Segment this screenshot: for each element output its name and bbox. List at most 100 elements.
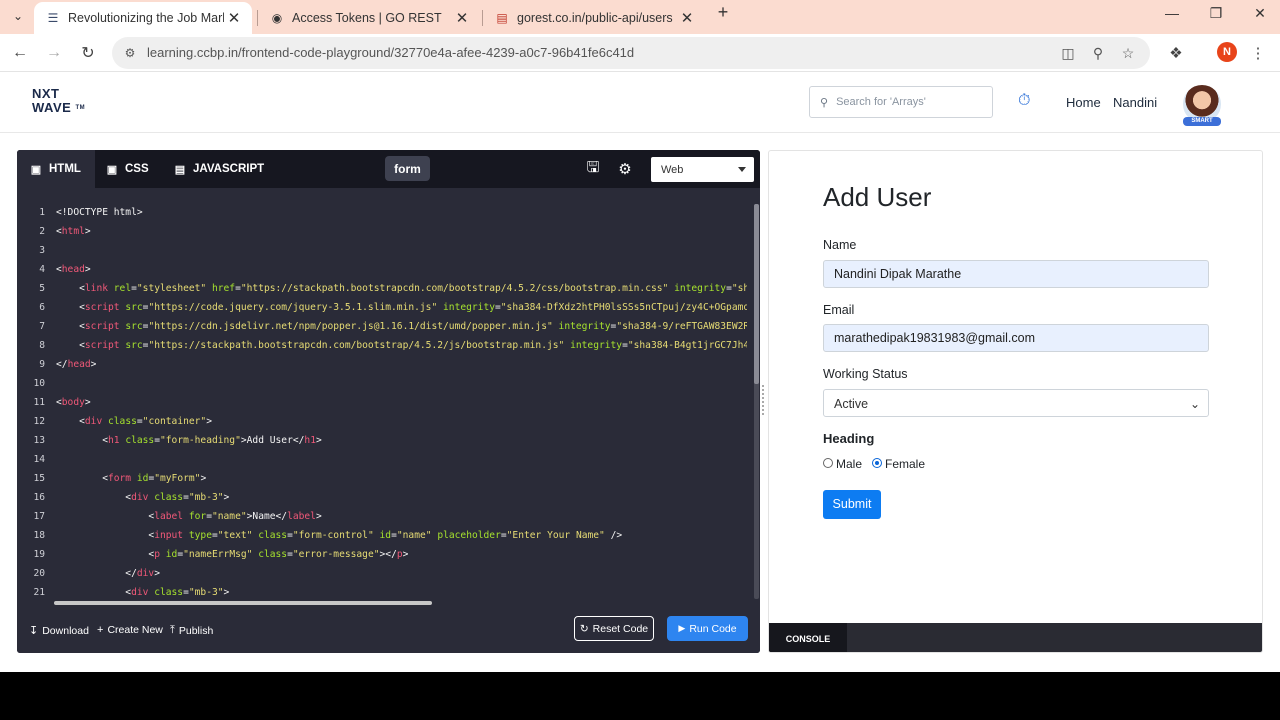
- tab-search-chevron-icon[interactable]: ⌄: [6, 4, 30, 28]
- code-line[interactable]: 4 <head>: [17, 260, 747, 279]
- tab-gorest-users[interactable]: ▤ gorest.co.in/public-api/users ✕: [483, 2, 705, 34]
- tab-access-tokens[interactable]: ◉ Access Tokens | GO REST ✕: [258, 2, 480, 34]
- code-token: form: [107, 473, 132, 484]
- code-token: "error-message": [292, 549, 380, 560]
- code-token: >: [200, 473, 207, 484]
- create-new-button[interactable]: + Create New: [97, 624, 163, 636]
- code-line[interactable]: 13 <h1 class="form-heading">Add User</h1…: [17, 431, 747, 450]
- code-token: div: [131, 587, 149, 598]
- profile-avatar[interactable]: N: [1217, 42, 1237, 62]
- window-close-icon[interactable]: ✕: [1238, 0, 1280, 26]
- nav-home[interactable]: Home: [1066, 95, 1101, 110]
- status-select[interactable]: Active ⌄: [823, 389, 1209, 417]
- back-arrow-icon[interactable]: ←: [6, 39, 34, 67]
- plus-icon: +: [97, 624, 104, 636]
- install-app-icon[interactable]: ◫: [1058, 43, 1078, 63]
- line-number: 17: [33, 511, 45, 522]
- code-line[interactable]: 19 <p id="nameErrMsg" class="error-messa…: [17, 545, 747, 564]
- code-token: "sha384-9/reFTGAW83EW2RDu2S0VKaIzap3H66l…: [616, 321, 747, 332]
- run-code-button[interactable]: ▶ Run Code: [667, 616, 748, 641]
- address-bar[interactable]: ⚙ learning.ccbp.in/frontend-code-playgro…: [112, 37, 1150, 69]
- reset-code-button[interactable]: ↻ Reset Code: [574, 616, 654, 641]
- line-number: 2: [39, 226, 45, 237]
- console-tab[interactable]: CONSOLE: [769, 623, 847, 652]
- view-mode-select[interactable]: Web: [651, 157, 754, 182]
- code-line[interactable]: 15 <form id="myForm">: [17, 469, 747, 488]
- radio-female-label[interactable]: Female: [885, 457, 925, 471]
- tab-revolutionizing[interactable]: ☰ Revolutionizing the Job Market ✕: [34, 2, 252, 34]
- new-tab-button[interactable]: +: [712, 2, 734, 24]
- submit-button[interactable]: Submit: [823, 490, 881, 519]
- extensions-icon[interactable]: ❖: [1162, 39, 1190, 67]
- tab-css[interactable]: ▣ CSS: [105, 150, 171, 188]
- close-icon[interactable]: ✕: [677, 9, 697, 27]
- code-token: </: [56, 359, 68, 370]
- horizontal-scrollbar[interactable]: [54, 601, 432, 605]
- code-token: "name": [211, 511, 247, 522]
- restore-icon[interactable]: ❐: [1194, 0, 1238, 26]
- line-number: 3: [39, 245, 45, 256]
- code-token: ></: [379, 549, 397, 560]
- resize-handle[interactable]: [762, 385, 766, 415]
- minimize-icon[interactable]: —: [1150, 0, 1194, 26]
- code-line[interactable]: 2 <html>: [17, 222, 747, 241]
- download-label: Download: [42, 624, 89, 637]
- site-settings-icon[interactable]: ⚙: [120, 43, 140, 63]
- name-input[interactable]: Nandini Dipak Marathe: [823, 260, 1209, 288]
- code-line[interactable]: 16 <div class="mb-3">: [17, 488, 747, 507]
- code-line[interactable]: 10: [17, 374, 747, 393]
- file-name-badge[interactable]: form: [385, 156, 430, 181]
- line-number: 8: [39, 340, 45, 351]
- more-menu-icon[interactable]: ⋮: [1244, 39, 1272, 67]
- form-heading: Add User: [823, 182, 932, 212]
- code-token: div: [84, 416, 103, 427]
- play-icon: ▶: [678, 623, 686, 633]
- zoom-icon[interactable]: ⚲: [1088, 43, 1108, 63]
- code-line[interactable]: 11 <body>: [17, 393, 747, 412]
- code-token: <: [56, 302, 85, 313]
- tab-javascript[interactable]: ▤ JAVASCRIPT: [173, 150, 283, 188]
- code-line[interactable]: 20 </div>: [17, 564, 747, 583]
- close-icon[interactable]: ✕: [224, 9, 244, 27]
- tab-label: HTML: [49, 163, 81, 175]
- code-line[interactable]: 8 <script src="https://stackpath.bootstr…: [17, 336, 747, 355]
- save-icon[interactable]: 🖫: [584, 159, 602, 178]
- tab-title: Revolutionizing the Job Market: [68, 11, 224, 25]
- code-line[interactable]: 9 </head>: [17, 355, 747, 374]
- search-placeholder: Search for 'Arrays': [836, 96, 926, 108]
- radio-male-label[interactable]: Male: [836, 457, 862, 471]
- code-token: id: [379, 530, 392, 541]
- code-line[interactable]: 18 <input type="text" class="form-contro…: [17, 526, 747, 545]
- nxtwave-logo[interactable]: NXT WAVE TM: [32, 87, 92, 119]
- email-input[interactable]: marathedipak19831983@gmail.com: [823, 324, 1209, 352]
- line-number: 18: [33, 530, 45, 541]
- code-line[interactable]: 3: [17, 241, 747, 260]
- code-token: script: [84, 321, 120, 332]
- code-line[interactable]: 7 <script src="https://cdn.jsdelivr.net/…: [17, 317, 747, 336]
- code-line[interactable]: 17 <label for="name">Name</label>: [17, 507, 747, 526]
- url-text[interactable]: learning.ccbp.in/frontend-code-playgroun…: [147, 45, 634, 60]
- close-icon[interactable]: ✕: [452, 9, 472, 27]
- search-input[interactable]: ⚲ Search for 'Arrays': [809, 86, 993, 118]
- radio-female[interactable]: [872, 458, 882, 468]
- editor-footer: ↧ Download + Create New ⤒ Publish ↻ Rese…: [17, 610, 760, 653]
- publish-button[interactable]: ⤒ Publish: [170, 624, 213, 637]
- code-line[interactable]: 5 <link rel="stylesheet" href="https://s…: [17, 279, 747, 298]
- code-token: <: [56, 283, 85, 294]
- stopwatch-icon[interactable]: ⏱: [1018, 92, 1038, 112]
- gear-icon[interactable]: ⚙: [616, 160, 634, 178]
- code-line[interactable]: 6 <script src="https://code.jquery.com/j…: [17, 298, 747, 317]
- code-area[interactable]: 1 <!DOCTYPE html> 2 <html> 3 4 <head> 5 <link r…: [17, 203, 747, 598]
- tab-html[interactable]: ▣ HTML: [17, 150, 95, 188]
- forward-arrow-icon[interactable]: →: [40, 39, 68, 67]
- code-line[interactable]: 12 <div class="container">: [17, 412, 747, 431]
- bookmark-star-icon[interactable]: ☆: [1118, 43, 1138, 63]
- code-line[interactable]: 21 <div class="mb-3">: [17, 583, 747, 598]
- radio-male[interactable]: [823, 458, 833, 468]
- user-name[interactable]: Nandini: [1113, 95, 1157, 110]
- reload-icon[interactable]: ↻: [74, 39, 102, 67]
- code-line[interactable]: 14: [17, 450, 747, 469]
- vertical-scrollbar-thumb[interactable]: [754, 204, 759, 384]
- code-line[interactable]: 1 <!DOCTYPE html>: [17, 203, 747, 222]
- download-button[interactable]: ↧ Download: [29, 624, 89, 638]
